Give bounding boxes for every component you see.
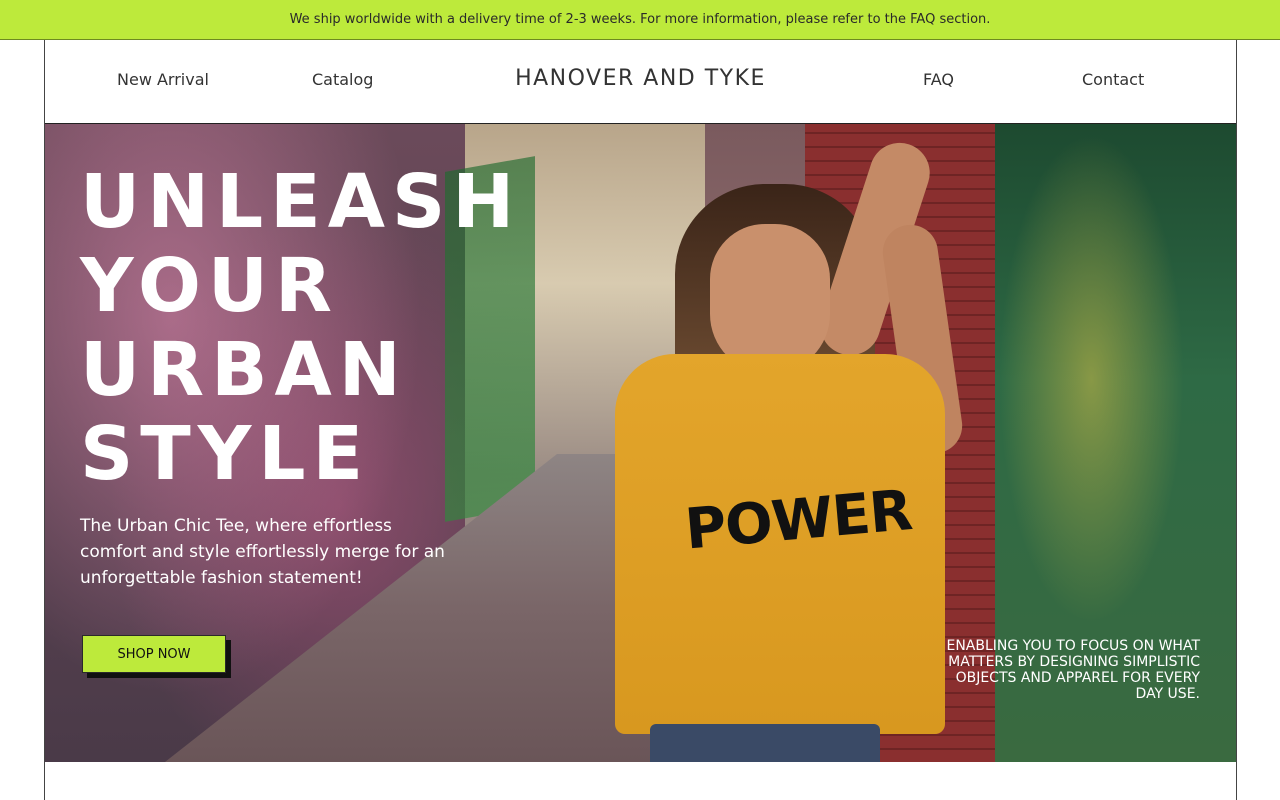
headline-line: UNLEASH: [80, 159, 522, 245]
shop-now-button[interactable]: SHOP NOW: [82, 635, 226, 673]
announcement-bar: We ship worldwide with a delivery time o…: [0, 0, 1280, 40]
headline-line: YOUR: [80, 243, 339, 329]
headline-line: STYLE: [80, 411, 371, 497]
hero-headline: UNLEASH YOUR URBAN STYLE: [80, 160, 600, 496]
main-nav: New Arrival Catalog HANOVER AND TYKE FAQ…: [45, 40, 1236, 124]
hero-subtext: The Urban Chic Tee, where effortless com…: [80, 516, 445, 588]
hero-tagline: ENABLING YOU TO FOCUS ON WHAT MATTERS BY…: [946, 638, 1200, 702]
nav-contact[interactable]: Contact: [1082, 70, 1144, 89]
announcement-text: We ship worldwide with a delivery time o…: [289, 12, 991, 27]
hero-model-image: POWER: [595, 134, 995, 762]
brand-logo[interactable]: HANOVER AND TYKE: [45, 66, 1236, 91]
model-face: [710, 224, 830, 374]
nav-faq[interactable]: FAQ: [923, 70, 954, 89]
headline-line: URBAN: [80, 327, 408, 413]
model-jeans: [650, 724, 880, 762]
